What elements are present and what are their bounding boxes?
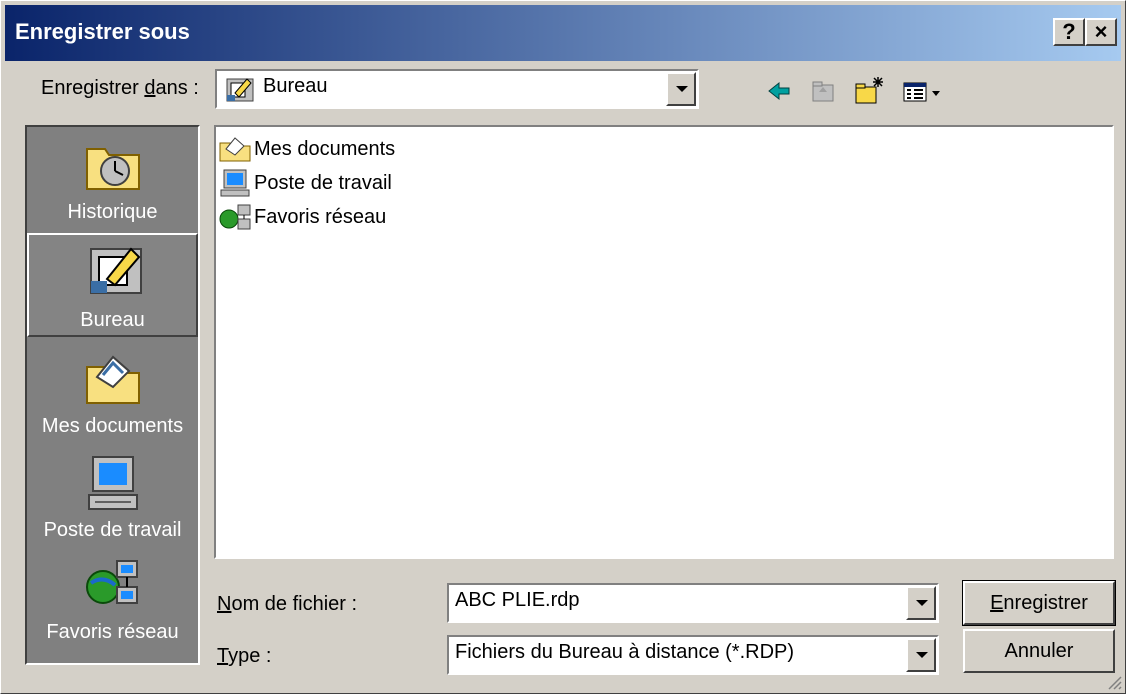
desktop-icon [90, 247, 142, 294]
filename-input[interactable]: ABC PLIE.rdp [447, 583, 939, 623]
cancel-button[interactable]: Annuler [963, 629, 1115, 673]
history-icon [86, 148, 140, 190]
my-computer-icon [88, 456, 138, 510]
up-folder-icon[interactable] [809, 75, 837, 107]
list-item[interactable]: Favoris réseau [218, 201, 386, 233]
place-label: Poste de travail [43, 519, 182, 541]
network-places-icon [86, 560, 138, 604]
save-in-value: Bureau [263, 75, 328, 97]
filename-dropdown-button[interactable] [906, 586, 936, 620]
list-item[interactable]: Poste de travail [218, 167, 392, 199]
desktop-icon [226, 78, 254, 102]
save-in-dropdown-button[interactable] [666, 72, 696, 106]
network-places-icon [219, 204, 251, 230]
places-bar: Historique Bureau Mes documents Poste de… [25, 125, 200, 665]
filetype-value: Fichiers du Bureau à distance (*.RDP) [455, 641, 795, 663]
place-my-documents[interactable]: Mes documents [27, 341, 198, 445]
place-history[interactable]: Historique [27, 127, 198, 231]
place-my-computer[interactable]: Poste de travail [27, 445, 198, 549]
filetype-label: Type : [217, 645, 272, 667]
chevron-down-icon [676, 86, 688, 92]
help-button[interactable]: ? [1053, 18, 1085, 46]
place-network[interactable]: Favoris réseau [27, 547, 198, 651]
filetype-dropdown-button[interactable] [906, 638, 936, 672]
list-item-label: Poste de travail [254, 171, 392, 194]
place-label: Bureau [80, 309, 145, 331]
my-documents-icon [86, 355, 140, 404]
save-in-label: Enregistrer dans : [41, 77, 199, 99]
place-desktop[interactable]: Bureau [27, 233, 198, 337]
new-folder-icon[interactable] [853, 75, 885, 107]
chevron-down-icon [916, 652, 928, 658]
view-menu-icon[interactable] [901, 75, 945, 107]
save-button[interactable]: Enregistrer [962, 580, 1116, 626]
my-documents-icon [219, 137, 251, 162]
file-list[interactable]: Mes documents Poste de travail Favoris r… [214, 125, 1114, 559]
back-icon[interactable] [765, 75, 793, 107]
title-bar[interactable]: Enregistrer sous ? × [5, 5, 1121, 61]
filetype-select[interactable]: Fichiers du Bureau à distance (*.RDP) [447, 635, 939, 675]
save-in-combo[interactable]: Bureau [215, 69, 699, 109]
resize-grip-icon[interactable] [1105, 673, 1123, 691]
filename-value: ABC PLIE.rdp [455, 589, 580, 611]
save-as-dialog: Enregistrer sous ? × Enregistrer dans : … [0, 0, 1126, 694]
close-button[interactable]: × [1085, 18, 1117, 46]
place-label: Mes documents [41, 415, 184, 437]
filename-label: Nom de fichier : [217, 593, 358, 615]
chevron-down-icon [916, 600, 928, 606]
my-computer-icon [220, 169, 250, 197]
list-item-label: Mes documents [254, 137, 396, 160]
window-title: Enregistrer sous [15, 19, 190, 44]
list-item[interactable]: Mes documents [218, 133, 395, 165]
place-label: Favoris réseau [46, 621, 179, 643]
place-label: Historique [67, 201, 158, 223]
list-item-label: Favoris réseau [254, 205, 387, 228]
